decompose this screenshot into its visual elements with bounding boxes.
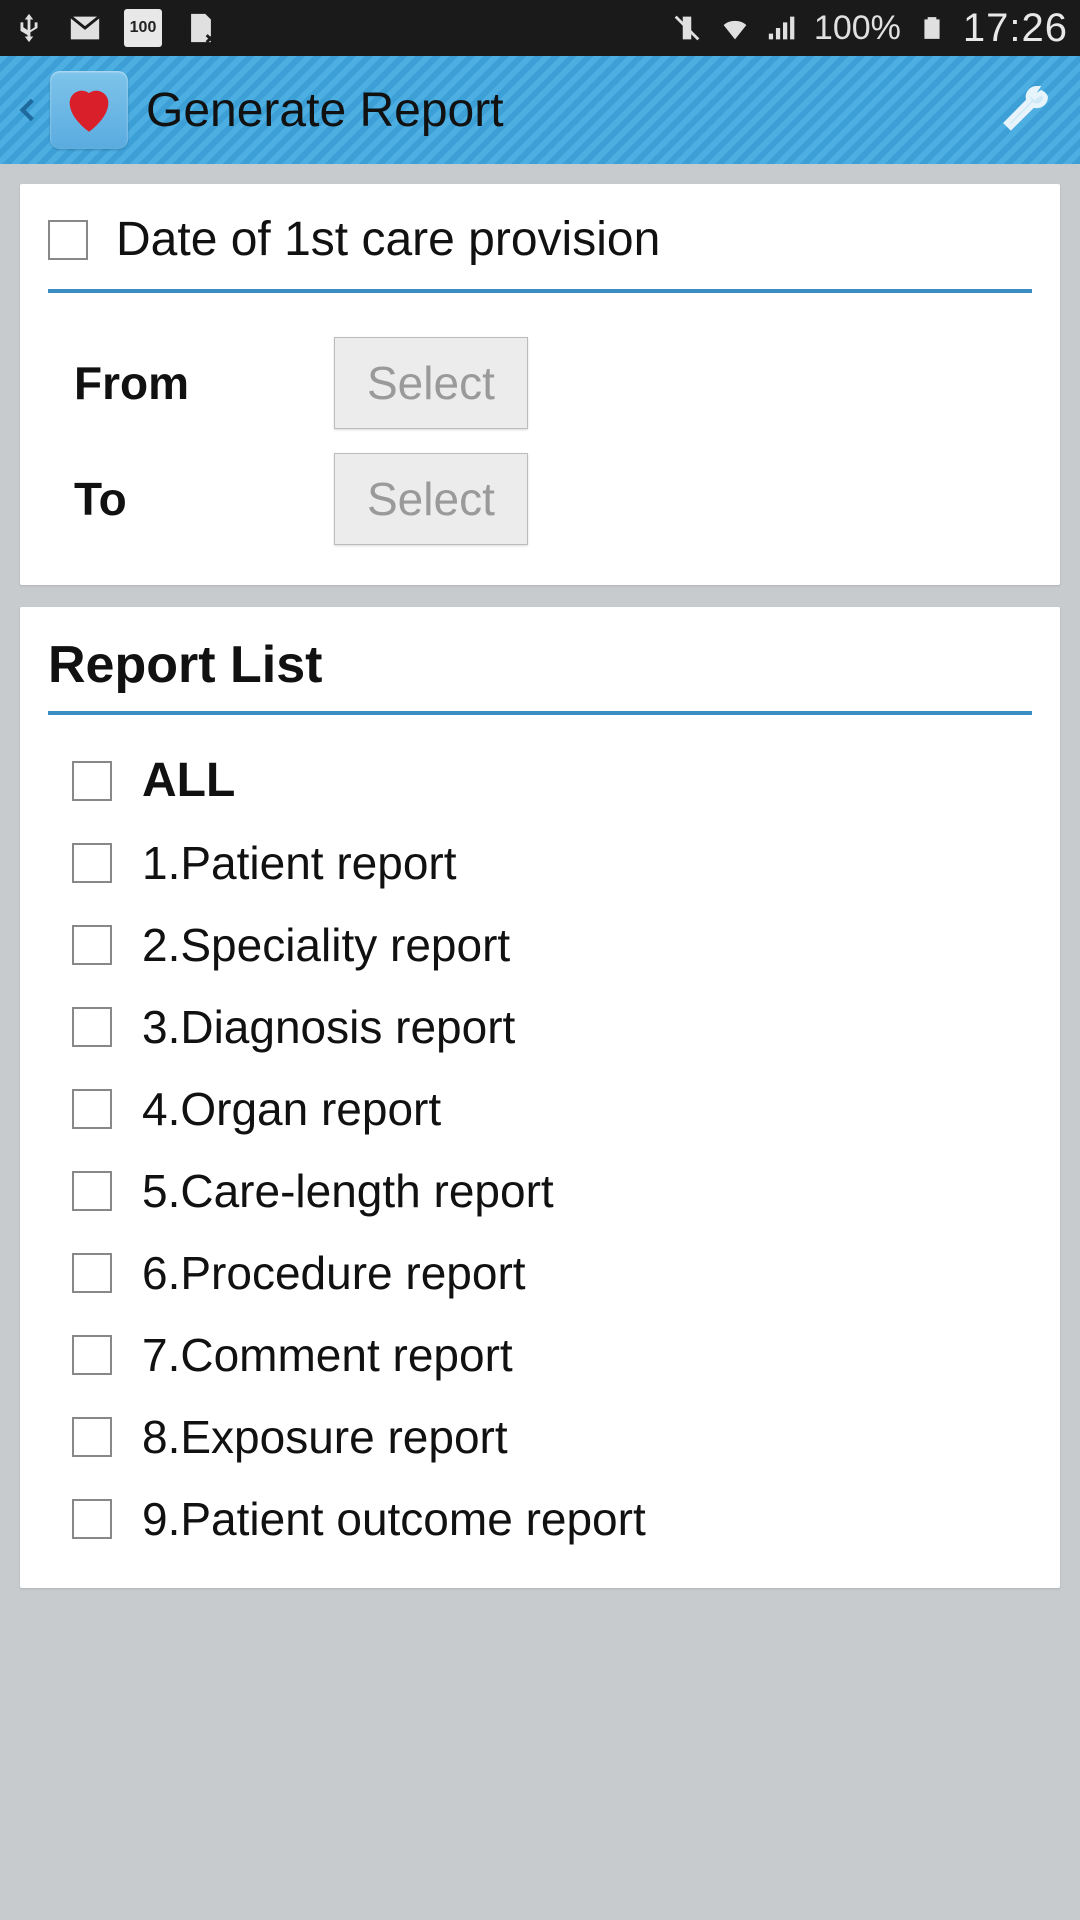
list-item: 5.Care-length report xyxy=(48,1150,1032,1232)
checkbox-item-1[interactable] xyxy=(72,843,112,883)
clock-time: 17:26 xyxy=(963,6,1068,51)
battery-icon xyxy=(915,11,949,45)
checkbox-item-2[interactable] xyxy=(72,925,112,965)
checkbox-item-3[interactable] xyxy=(72,1007,112,1047)
sim-error-icon xyxy=(184,11,218,45)
list-item-label: 9.Patient outcome report xyxy=(142,1492,646,1546)
list-item: 2.Speciality report xyxy=(48,904,1032,986)
wifi-icon xyxy=(718,11,752,45)
download-badge-icon: 100 xyxy=(124,9,162,47)
list-item-label: 3.Diagnosis report xyxy=(142,1000,515,1054)
date-of-first-care-checkbox[interactable] xyxy=(48,220,88,260)
list-item-label: 1.Patient report xyxy=(142,836,457,890)
list-item-label: 7.Comment report xyxy=(142,1328,513,1382)
checkbox-item-7[interactable] xyxy=(72,1335,112,1375)
date-header-row: Date of 1st care provision xyxy=(48,212,1032,293)
list-item-all: ALL xyxy=(48,739,1032,822)
app-heart-icon xyxy=(50,71,128,149)
checkbox-item-5[interactable] xyxy=(72,1171,112,1211)
checkbox-item-9[interactable] xyxy=(72,1499,112,1539)
from-label: From xyxy=(74,356,304,410)
list-item: 3.Diagnosis report xyxy=(48,986,1032,1068)
list-item: 7.Comment report xyxy=(48,1314,1032,1396)
list-item-label: 4.Organ report xyxy=(142,1082,441,1136)
from-date-row: From Select xyxy=(48,325,1032,441)
checkbox-item-4[interactable] xyxy=(72,1089,112,1129)
checkbox-item-6[interactable] xyxy=(72,1253,112,1293)
to-date-row: To Select xyxy=(48,441,1032,557)
app-bar: Generate Report xyxy=(0,56,1080,164)
list-item-label: 5.Care-length report xyxy=(142,1164,554,1218)
list-item: 8.Exposure report xyxy=(48,1396,1032,1478)
battery-percent: 100% xyxy=(814,9,901,48)
to-label: To xyxy=(74,472,304,526)
checkbox-all[interactable] xyxy=(72,761,112,801)
list-item: 9.Patient outcome report xyxy=(48,1478,1032,1560)
settings-wrench-button[interactable] xyxy=(986,80,1066,140)
mail-icon xyxy=(68,11,102,45)
from-date-select-button[interactable]: Select xyxy=(334,337,528,429)
signal-icon xyxy=(766,11,800,45)
list-item-label: 2.Speciality report xyxy=(142,918,510,972)
page-title: Generate Report xyxy=(146,83,504,138)
status-bar: 100 100% 17:26 xyxy=(0,0,1080,56)
usb-icon xyxy=(12,11,46,45)
report-list-title: Report List xyxy=(48,635,1032,715)
date-filter-card: Date of 1st care provision From Select T… xyxy=(20,184,1060,585)
list-item: 6.Procedure report xyxy=(48,1232,1032,1314)
checkbox-item-8[interactable] xyxy=(72,1417,112,1457)
vibrate-mute-icon xyxy=(670,11,704,45)
to-date-select-button[interactable]: Select xyxy=(334,453,528,545)
date-header-label: Date of 1st care provision xyxy=(116,212,660,267)
list-item-label: 8.Exposure report xyxy=(142,1410,508,1464)
list-item: 1.Patient report xyxy=(48,822,1032,904)
list-item-label: 6.Procedure report xyxy=(142,1246,526,1300)
report-list-card: Report List ALL 1.Patient report 2.Speci… xyxy=(20,607,1060,1588)
content-area: Date of 1st care provision From Select T… xyxy=(0,164,1080,1630)
list-item: 4.Organ report xyxy=(48,1068,1032,1150)
back-button[interactable] xyxy=(14,78,42,142)
list-label-all: ALL xyxy=(142,753,235,808)
